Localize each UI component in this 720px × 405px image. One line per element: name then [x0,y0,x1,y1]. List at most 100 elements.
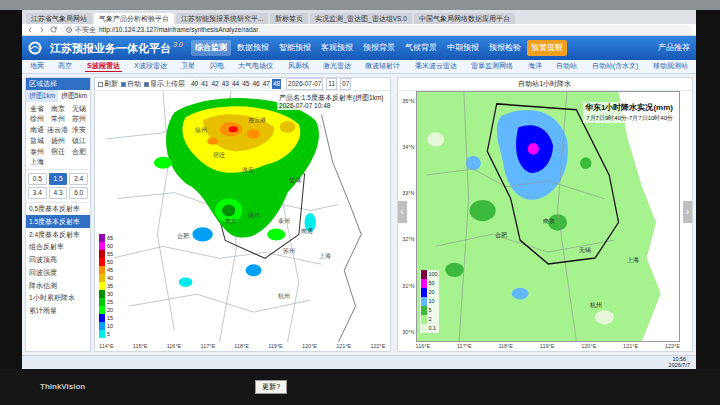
sub-nav-item[interactable]: 风廓线 [286,61,311,72]
nav-tab[interactable]: 中期预报 [443,40,483,56]
colorbar-swatch [99,322,105,330]
region-item[interactable]: 南通 [26,125,47,135]
region-item[interactable]: 全省 [26,104,47,114]
time-step[interactable]: 41 [200,79,209,89]
sub-nav-item[interactable]: 地面 [28,61,46,72]
region-item[interactable]: 上海 [26,157,47,167]
prev-arrow[interactable]: ‹ [398,201,407,223]
next-arrow[interactable]: › [683,201,692,223]
product-item[interactable]: 2.4度基本反射率 [26,228,90,241]
level-grid: 0.51.52.4 3.44.36.0 [26,169,90,202]
product-item[interactable]: 1.5度基本反射率 [26,215,90,228]
nav-tab[interactable]: 智能预报 [275,40,315,56]
sub-nav-item[interactable]: 微波辐射计 [363,61,402,72]
sidebar-tab[interactable]: 拼图1km [26,90,58,102]
sub-nav-item[interactable]: 激光雷达 [321,61,353,72]
level-button[interactable]: 4.3 [49,187,68,199]
time-step[interactable]: 44 [231,79,240,89]
time-step[interactable]: 42 [210,79,219,89]
sub-nav-item[interactable]: 雷暴监测网络 [469,61,515,72]
toolbar-toggle[interactable]: 自动 [121,79,141,89]
region-item[interactable]: 连云港 [47,125,68,135]
sub-nav-item[interactable]: 大气电场仪 [236,61,275,72]
sub-nav-item[interactable]: 移动观测站 [651,61,690,72]
radar-minute[interactable]: 07 [340,78,351,90]
rain-map[interactable]: 南京合肥无锡上海杭州华东1小时降水实况(mm)7月7日9时40分-7月7日10时… [416,91,681,342]
nav-tab[interactable]: 综合监测 [191,40,231,56]
forward-icon[interactable] [38,26,46,34]
product-item[interactable]: 1小时累积降水 [26,292,90,305]
product-item[interactable]: 累计雨量 [26,305,90,318]
browser-tab[interactable]: 中国气象局网络数据应用平台 [414,13,515,24]
product-item[interactable]: 组合反射率 [26,241,90,254]
sidebar-tab[interactable]: 拼图5km [58,90,90,102]
region-item[interactable]: 南京 [47,104,68,114]
time-step[interactable]: 46 [251,79,260,89]
product-item[interactable]: 降水估测 [26,279,90,292]
nav-tab[interactable]: 数据预报 [233,40,273,56]
browser-tab[interactable]: 江苏省气象局网站 [26,13,92,24]
sub-nav-item[interactable]: 卫星 [179,61,197,72]
radar-map[interactable]: 徐州连云港宿迁淮安盐城南京扬州泰州南通合肥苏州上海杭州产品名:1.5度基本反射率… [95,91,390,342]
lon-label: 122°E [665,342,680,350]
toolbar-toggle[interactable]: 刷新 [98,79,118,89]
rain-legend: 100502010520.1 [420,270,439,333]
product-link[interactable]: 产品推荐 [658,42,690,54]
reload-icon[interactable] [50,26,57,33]
time-step[interactable]: 48 [272,79,281,89]
region-item[interactable]: 苏州 [69,114,90,124]
browser-tab[interactable]: 新标签页 [270,13,308,24]
time-step[interactable]: 40 [190,79,199,89]
radar-hour[interactable]: 11 [326,78,337,90]
level-button[interactable]: 3.4 [28,187,47,199]
region-item[interactable]: 常州 [47,114,68,124]
sub-nav-item[interactable]: 海洋 [526,61,544,72]
monitor-brand: ThinkVision [40,381,85,393]
time-step[interactable]: 43 [221,79,230,89]
level-button[interactable]: 1.5 [49,173,68,185]
sub-nav-item[interactable]: 高空 [56,61,74,72]
back-icon[interactable] [26,26,34,34]
level-button[interactable]: 0.5 [28,173,47,185]
product-item[interactable]: 回波顶高 [26,254,90,267]
radar-date[interactable]: 2026-07-07 [286,78,323,90]
toolbar-toggle[interactable]: 显示上传层 [144,79,185,89]
region-item[interactable]: 盐城 [26,136,47,146]
region-item[interactable]: 合肥 [69,147,90,157]
level-button[interactable]: 2.4 [69,173,88,185]
sub-nav-item[interactable]: 自动站 [554,61,579,72]
legend-item: 5 [421,306,438,315]
nav-tab[interactable]: 预报检验 [485,40,525,56]
level-button[interactable]: 6.0 [69,187,88,199]
product-item[interactable]: 回波强度 [26,266,90,279]
nav-tab[interactable]: 客观预报 [317,40,357,56]
time-step[interactable]: 47 [262,79,271,89]
colorbar-item: 35 [99,282,113,290]
browser-tab[interactable]: 气象产品分析检验平台 [94,13,174,24]
region-item[interactable]: 镇江 [69,136,90,146]
legend-swatch [421,288,427,297]
nav-tab[interactable]: 气候背景 [401,40,441,56]
region-item[interactable]: 无锡 [69,104,90,114]
sub-nav-item[interactable]: X波段雷达 [132,61,169,72]
region-item[interactable]: 泰州 [26,147,47,157]
taskbar-clock[interactable]: 10:562026/7/7 [669,357,690,368]
sub-nav-item[interactable]: 闪电 [208,61,226,72]
time-step[interactable]: 45 [241,79,250,89]
region-item[interactable]: 淮安 [69,125,90,135]
browser-tab[interactable]: 江苏智能预报系统研究平... [176,13,268,24]
region-item[interactable]: 宿迁 [47,147,68,157]
product-item[interactable]: 0.5度基本反射率 [26,203,90,216]
sub-nav-item[interactable]: S波段雷达 [85,61,122,73]
sub-nav-item[interactable]: 毫米波云雷达 [413,61,459,72]
browser-tab[interactable]: 实况监测_雷达图_雷达组VS.0 [310,13,411,24]
nav-tab[interactable]: 预报背景 [359,40,399,56]
sidebar-header: 区域选择 [26,78,90,90]
lat-label: 35°N [402,97,414,105]
colorbar-item: 30 [99,290,113,298]
nav-tab[interactable]: 预警提醒 [527,40,567,56]
sub-nav-item[interactable]: 自动站(含水文) [590,61,641,72]
region-item[interactable]: 扬州 [47,136,68,146]
region-item[interactable]: 徐州 [26,114,47,124]
url-field[interactable]: 不安全http://10.124.23.127/mainframe/synthe… [61,25,692,35]
